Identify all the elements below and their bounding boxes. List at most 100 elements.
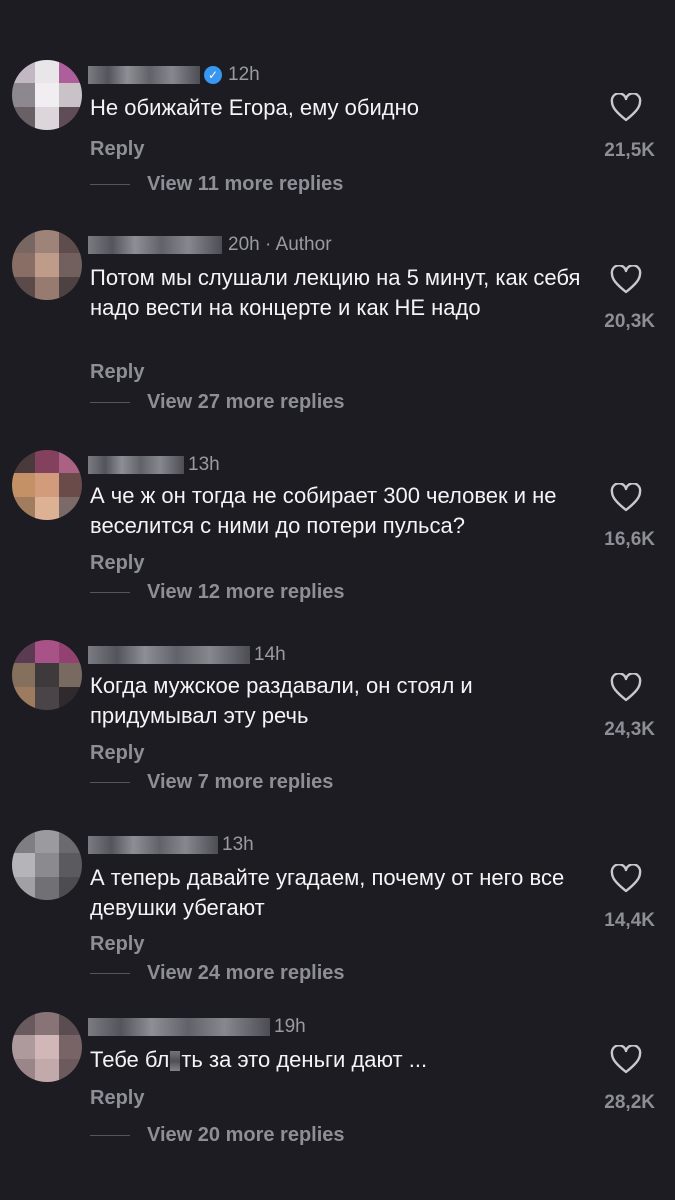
avatar-pixel <box>58 496 82 520</box>
avatar-pixel <box>35 473 60 498</box>
avatar-pixel <box>35 60 60 85</box>
avatar-pixel <box>35 496 60 520</box>
avatar-pixel <box>58 663 82 688</box>
reply-button[interactable]: Reply <box>90 361 144 384</box>
comment-text-end: ть за это деньги дают ... <box>181 1047 428 1072</box>
avatar-pixel <box>58 686 82 710</box>
comment-timestamp: 12h <box>228 64 260 85</box>
heart-outline-icon[interactable] <box>610 265 642 295</box>
username-blurred[interactable] <box>88 66 200 84</box>
avatar-pixel <box>35 686 60 710</box>
heart-outline-icon[interactable] <box>610 864 642 894</box>
view-more-replies[interactable]: View 20 more replies <box>90 1123 345 1147</box>
avatar-pixel <box>12 1035 37 1060</box>
avatar-pixel <box>12 663 37 688</box>
avatar-pixel <box>58 60 82 85</box>
avatar-pixel <box>12 640 37 665</box>
username-blurred[interactable] <box>88 1018 270 1036</box>
heart-outline-icon[interactable] <box>610 483 642 513</box>
reply-button[interactable]: Reply <box>90 933 144 956</box>
avatar-pixel <box>12 83 37 108</box>
avatar-pixel <box>58 450 82 475</box>
avatar-pixel <box>12 276 37 300</box>
avatar-pixel <box>12 60 37 85</box>
view-more-replies[interactable]: View 11 more replies <box>90 172 343 196</box>
avatar-pixel <box>35 1035 60 1060</box>
avatar-pixel <box>12 253 37 278</box>
comment-timestamp: 14h <box>254 644 286 665</box>
comment-timestamp: 13h <box>222 834 254 855</box>
view-more-replies[interactable]: View 12 more replies <box>90 580 345 604</box>
avatar-pixel <box>35 253 60 278</box>
verified-badge-icon: ✓ <box>204 66 222 84</box>
view-more-label: View 11 more replies <box>147 172 344 195</box>
avatar[interactable] <box>12 640 82 710</box>
thread-line <box>90 1134 130 1136</box>
view-more-replies[interactable]: View 24 more replies <box>90 961 345 985</box>
author-tag: · Author <box>264 234 332 255</box>
avatar-pixel <box>12 230 37 255</box>
avatar-pixel <box>35 830 60 855</box>
avatar-pixel <box>58 853 82 878</box>
avatar[interactable] <box>12 60 82 130</box>
avatar-pixel <box>35 230 60 255</box>
view-more-label: View 24 more replies <box>147 961 345 984</box>
avatar-pixel <box>12 496 37 520</box>
reply-button[interactable]: Reply <box>90 742 144 765</box>
username-blurred[interactable] <box>88 456 184 474</box>
heart-outline-icon[interactable] <box>610 1045 642 1075</box>
avatar-pixel <box>58 83 82 108</box>
like-count: 16,6K <box>604 529 655 550</box>
comment-text: А че ж он тогда не собирает 300 человек … <box>90 483 557 538</box>
username-blurred[interactable] <box>88 236 222 254</box>
avatar-pixel <box>12 830 37 855</box>
view-more-label: View 20 more replies <box>147 1123 345 1146</box>
avatar-pixel <box>58 640 82 665</box>
avatar-pixel <box>58 473 82 498</box>
username-blurred[interactable] <box>88 836 218 854</box>
avatar[interactable] <box>12 830 82 900</box>
comment-meta: 20h · Author <box>228 234 332 256</box>
avatar-pixel <box>12 450 37 475</box>
avatar-pixel <box>35 83 60 108</box>
comment-text: Потом мы слушали лекцию на 5 минут, как … <box>90 265 581 320</box>
view-more-replies[interactable]: View 27 more replies <box>90 390 345 414</box>
avatar-pixel <box>12 1012 37 1037</box>
username-blurred[interactable] <box>88 646 250 664</box>
like-count: 21,5K <box>604 140 655 161</box>
thread-line <box>90 781 130 783</box>
avatar-pixel <box>58 276 82 300</box>
avatar-pixel <box>12 473 37 498</box>
view-more-replies[interactable]: View 7 more replies <box>90 770 333 794</box>
avatar-pixel <box>58 106 82 130</box>
comment-text-start: Тебе бл <box>90 1047 170 1072</box>
reply-button[interactable]: Reply <box>90 552 144 575</box>
comment-timestamp: 20h <box>228 234 260 255</box>
reply-button[interactable]: Reply <box>90 138 144 161</box>
avatar-pixel <box>58 1012 82 1037</box>
avatar[interactable] <box>12 450 82 520</box>
avatar-pixel <box>35 1058 60 1082</box>
avatar[interactable] <box>12 230 82 300</box>
avatar-pixel <box>12 686 37 710</box>
heart-outline-icon[interactable] <box>610 673 642 703</box>
view-more-label: View 27 more replies <box>147 390 345 413</box>
avatar-pixel <box>58 253 82 278</box>
comment-text: А теперь давайте угадаем, почему от него… <box>90 865 565 920</box>
heart-outline-icon[interactable] <box>610 93 642 123</box>
thread-line <box>90 401 130 403</box>
comment-text: Тебе бл ть за это деньги дают ... <box>90 1045 590 1075</box>
like-count: 24,3K <box>604 719 655 740</box>
like-count: 20,3K <box>604 311 655 332</box>
avatar-pixel <box>58 1058 82 1082</box>
avatar[interactable] <box>12 1012 82 1082</box>
censor-blur <box>170 1051 181 1072</box>
avatar-pixel <box>35 450 60 475</box>
comment-text: Не обижайте Егора, ему обидно <box>90 95 419 120</box>
avatar-pixel <box>35 1012 60 1037</box>
avatar-pixel <box>58 230 82 255</box>
avatar-pixel <box>58 830 82 855</box>
reply-button[interactable]: Reply <box>90 1087 144 1110</box>
comment-text: Когда мужское раздавали, он стоял и прид… <box>90 673 473 728</box>
thread-line <box>90 183 130 185</box>
